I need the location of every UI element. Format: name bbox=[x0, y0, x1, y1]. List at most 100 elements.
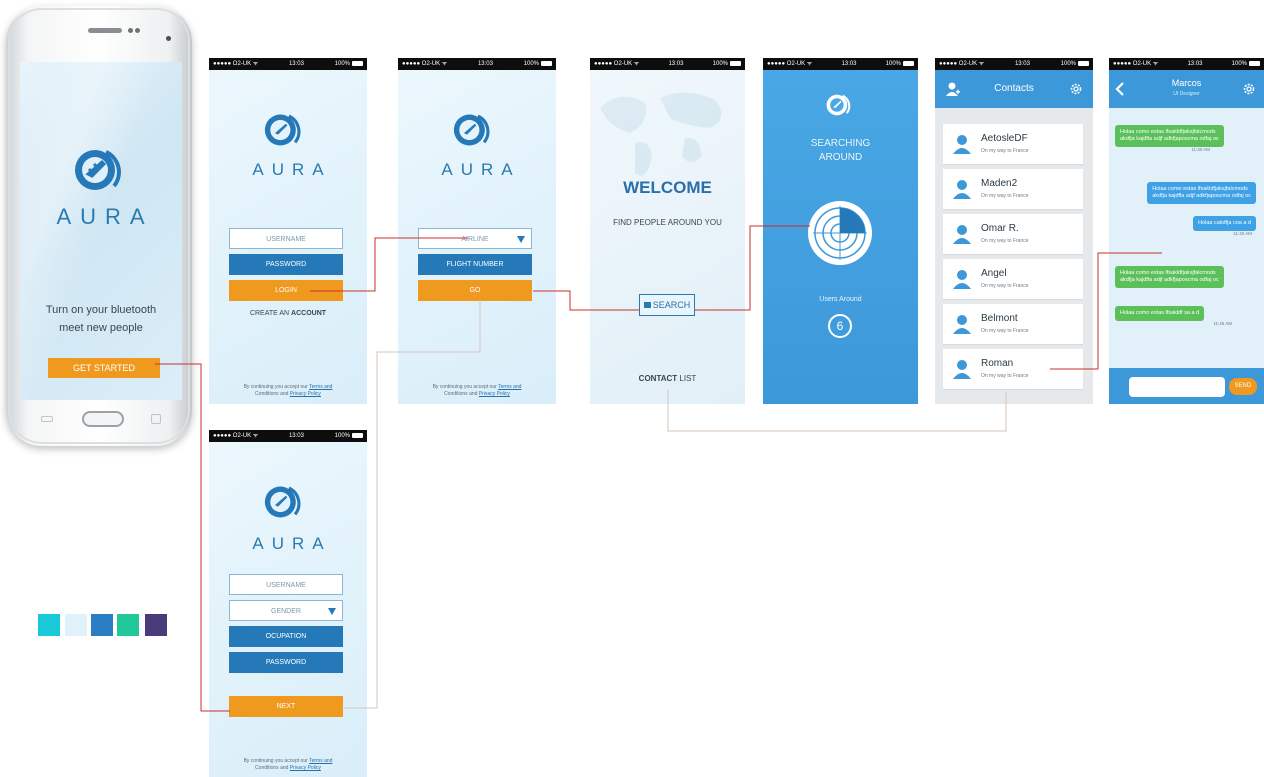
contact-status: On my way to France bbox=[981, 148, 1029, 154]
tagline-line-2: meet new people bbox=[59, 322, 143, 334]
terms-link[interactable]: Terms and bbox=[309, 758, 332, 764]
chat-header: Marcos UI Designer bbox=[1109, 70, 1264, 108]
contact-row[interactable]: Roman On my way to France bbox=[943, 349, 1083, 389]
phone-sensor bbox=[128, 28, 133, 33]
flight-number-input[interactable]: FLIGHT NUMBER bbox=[418, 254, 532, 275]
contact-row[interactable]: AetosleDF On my way to France bbox=[943, 124, 1083, 164]
aura-logo-icon bbox=[75, 150, 121, 190]
phone-speaker bbox=[88, 28, 122, 33]
create-account-prefix: CREATE AN bbox=[249, 310, 290, 317]
battery-indicator: 100% bbox=[1061, 58, 1089, 70]
gender-select-value: GENDER bbox=[271, 608, 301, 615]
carrier-label: ●●●●● O2-UK ᯤ bbox=[213, 61, 259, 67]
airline-select[interactable]: AIRLINE bbox=[418, 228, 532, 249]
go-button[interactable]: GO bbox=[418, 280, 532, 301]
recent-apps-key-icon[interactable] bbox=[151, 414, 161, 424]
battery-icon bbox=[352, 60, 363, 66]
occupation-input[interactable]: OCUPATION bbox=[229, 626, 343, 647]
terms-text: Conditions bbox=[444, 391, 468, 397]
terms-notice: By continuing you accept our Terms and C… bbox=[209, 758, 367, 772]
contacts-screen: ●●●●● O2-UK ᯤ 13:03 100% Contacts Aetosl… bbox=[935, 58, 1093, 404]
gear-icon[interactable] bbox=[1242, 82, 1256, 96]
login-button[interactable]: LOGIN bbox=[229, 280, 343, 301]
contact-row[interactable]: Omar R. On my way to France bbox=[943, 214, 1083, 254]
get-started-button[interactable]: GET STARTED bbox=[48, 358, 160, 378]
privacy-link[interactable]: Privacy Policy bbox=[290, 391, 321, 397]
message-input[interactable] bbox=[1129, 377, 1225, 397]
terms-text: By continuing you accept our bbox=[432, 384, 497, 390]
aura-logo-icon bbox=[826, 94, 851, 116]
contact-list-rest: LIST bbox=[679, 374, 697, 383]
status-bar: ●●●●● O2-UK ᯤ 13:03 100% bbox=[763, 58, 918, 70]
clock-label: 13:03 bbox=[477, 61, 493, 67]
search-button[interactable]: SEARCH bbox=[639, 294, 695, 316]
terms-link[interactable]: Terms and bbox=[498, 384, 521, 390]
send-button[interactable]: SEND bbox=[1229, 378, 1257, 395]
terms-text: By continuing you accept our bbox=[243, 384, 308, 390]
gender-select[interactable]: GENDER bbox=[229, 600, 343, 621]
battery-indicator: 100% bbox=[713, 58, 741, 70]
carrier-label: ●●●●● O2-UK ᯤ bbox=[1113, 61, 1159, 67]
battery-icon bbox=[352, 432, 363, 438]
palette-swatch bbox=[91, 614, 113, 636]
create-account-link[interactable]: CREATE AN ACCOUNT bbox=[209, 310, 367, 317]
phone-mockup: AURA Turn on your bluetooth meet new peo… bbox=[6, 6, 192, 446]
password-input[interactable]: PASSWORD bbox=[229, 254, 343, 275]
chat-message-text: akdfja kajdfla adjf adkfjaposcma odfaj o… bbox=[1120, 136, 1219, 142]
chat-message-text: Holaa como estas lfsakldf sa a d bbox=[1120, 310, 1200, 316]
user-avatar-icon bbox=[953, 135, 971, 154]
chat-message-bubble: Holaa como estas lfsakldfjaksjfalcmods ak… bbox=[1115, 266, 1224, 288]
dropdown-arrow-icon bbox=[517, 236, 525, 243]
user-avatar-icon bbox=[953, 270, 971, 289]
user-avatar-icon bbox=[953, 180, 971, 199]
contact-row[interactable]: Belmont On my way to France bbox=[943, 304, 1083, 344]
welcome-screen: ●●●●● O2-UK ᯤ 13:03 100% WELCOME FIND PE… bbox=[590, 58, 745, 404]
contact-row[interactable]: Maden2 On my way to France bbox=[943, 169, 1083, 209]
battery-icon bbox=[1249, 60, 1260, 66]
logo-wordmark: AURA bbox=[441, 160, 521, 179]
signup-username-input[interactable]: USERNAME bbox=[229, 574, 343, 595]
palette-swatch bbox=[117, 614, 139, 636]
terms-link[interactable]: Terms and bbox=[309, 384, 332, 390]
terms-text: and bbox=[280, 765, 289, 771]
carrier-label: ●●●●● O2-UK ᯤ bbox=[594, 61, 640, 67]
privacy-link[interactable]: Privacy Policy bbox=[479, 391, 510, 397]
phone-splash-screen: AURA Turn on your bluetooth meet new peo… bbox=[20, 62, 182, 400]
battery-indicator: 100% bbox=[335, 430, 363, 442]
airline-select-value: AIRLINE bbox=[461, 236, 489, 243]
chat-composer: SEND bbox=[1109, 368, 1264, 404]
search-icon bbox=[643, 302, 651, 308]
clock-label: 13:03 bbox=[1014, 61, 1030, 67]
gear-icon[interactable] bbox=[1069, 82, 1083, 96]
message-timestamp: 11:45 AM bbox=[1213, 321, 1232, 326]
contact-name: AetosleDF bbox=[981, 133, 1028, 144]
phone-sensor bbox=[135, 28, 140, 33]
message-timestamp: 11:40 AM bbox=[1233, 231, 1252, 236]
contact-status: On my way to France bbox=[981, 238, 1029, 244]
chat-message-bubble: Holaa como estas lfsakldfjaksjfalcmods ak… bbox=[1115, 125, 1224, 147]
signup-password-input[interactable]: PASSWORD bbox=[229, 652, 343, 673]
back-key-icon[interactable] bbox=[41, 416, 53, 422]
carrier-label: ●●●●● O2-UK ᯤ bbox=[402, 61, 448, 67]
dropdown-arrow-icon bbox=[328, 608, 336, 615]
chat-contact-name: Marcos bbox=[1171, 78, 1202, 88]
chat-message-text: Holaa como estas lfsakldfjaksjfalcmods bbox=[1120, 270, 1216, 276]
next-button[interactable]: NEXT bbox=[229, 696, 343, 717]
contact-row[interactable]: Angel On my way to France bbox=[943, 259, 1083, 299]
privacy-link[interactable]: Privacy Policy bbox=[290, 765, 321, 771]
home-button[interactable] bbox=[82, 411, 124, 427]
logo-wordmark: AURA bbox=[252, 534, 332, 553]
username-input[interactable]: USERNAME bbox=[229, 228, 343, 249]
contact-list-link[interactable]: CONTACT LIST bbox=[590, 374, 745, 383]
user-avatar-icon bbox=[953, 315, 971, 334]
logo-wordmark: AURA bbox=[56, 204, 154, 229]
chat-contact-role: UI Designer bbox=[1173, 91, 1200, 97]
status-bar: ●●●●● O2-UK ᯤ 13:03 100% bbox=[1109, 58, 1264, 70]
battery-icon bbox=[1078, 60, 1089, 66]
searching-screen: ●●●●● O2-UK ᯤ 13:03 100% SEARCHING AROUN… bbox=[763, 58, 918, 404]
contact-status: On my way to France bbox=[981, 193, 1029, 199]
login-screen: ●●●●● O2-UK ᯤ 13:03 100% AURA USERNAME P… bbox=[209, 58, 367, 404]
status-bar: ●●●●● O2-UK ᯤ 13:03 100% bbox=[209, 430, 367, 442]
user-avatar-icon bbox=[953, 360, 971, 379]
battery-icon bbox=[730, 60, 741, 66]
